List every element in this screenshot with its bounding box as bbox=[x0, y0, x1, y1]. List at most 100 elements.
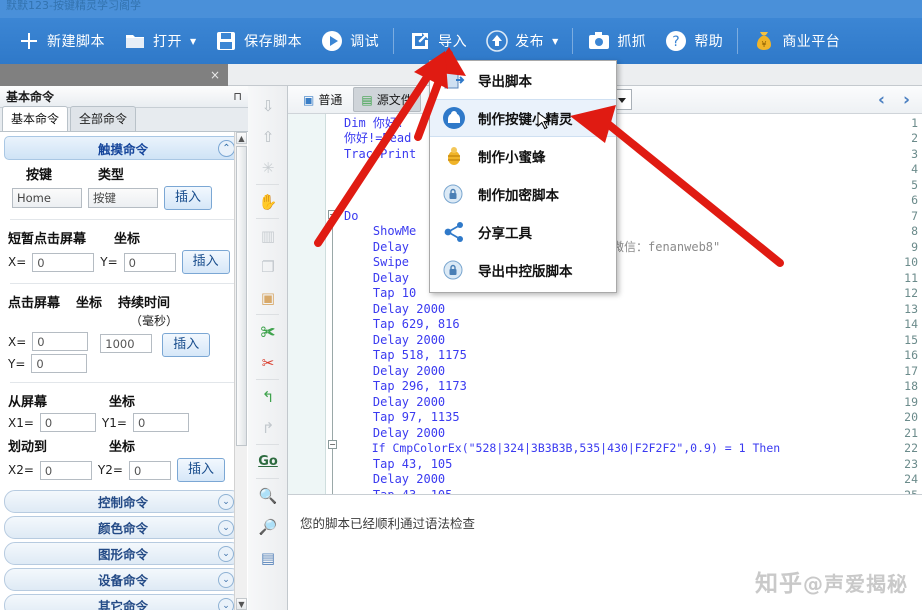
toolbar-new-script-label: 新建脚本 bbox=[47, 34, 105, 50]
toolbar-open[interactable]: 打开 ▼ bbox=[114, 22, 205, 60]
tap-x-input[interactable]: 0 bbox=[32, 332, 89, 351]
toolbar-business-platform-label: 商业平台 bbox=[782, 34, 841, 50]
menu-item-make-encrypted-script[interactable]: 制作加密脚本 bbox=[430, 175, 616, 213]
toolbar-save-script[interactable]: 保存脚本 bbox=[205, 22, 311, 60]
fold-toggle-if[interactable]: − bbox=[328, 440, 337, 449]
tap-y-input[interactable]: 0 bbox=[31, 354, 88, 373]
card-icon[interactable]: ▤ bbox=[248, 542, 288, 573]
fold-toggle-do[interactable]: − bbox=[328, 210, 337, 219]
redo-icon[interactable]: ↱ bbox=[248, 412, 288, 443]
group-control-commands[interactable]: 控制命令 ⌄ bbox=[4, 490, 242, 513]
chevron-down-icon[interactable]: ⌄ bbox=[218, 494, 234, 510]
command-panel-scrollbar[interactable]: ▲ ▼ bbox=[234, 132, 247, 610]
chevron-down-icon[interactable]: ⌄ bbox=[218, 598, 234, 610]
line-number: 16 bbox=[904, 348, 918, 362]
y1-input[interactable]: 0 bbox=[132, 413, 189, 432]
editor-tab-source-label: 源文件 bbox=[376, 93, 413, 107]
line-number: 15 bbox=[904, 333, 918, 347]
nav-forward-button[interactable]: › bbox=[903, 90, 910, 110]
editor-tab-normal[interactable]: ▣ 普通 bbox=[296, 88, 349, 111]
undo-icon[interactable]: ↰ bbox=[248, 381, 288, 412]
toolbar-publish[interactable]: 发布 ▼ bbox=[476, 22, 567, 60]
close-icon[interactable]: × bbox=[210, 68, 220, 82]
arrow-up-icon[interactable]: ⇧ bbox=[248, 121, 288, 152]
group-graphic-commands[interactable]: 图形命令 ⌄ bbox=[4, 542, 242, 565]
line-number: 3 bbox=[911, 147, 918, 161]
paste-icon[interactable]: ▣ bbox=[248, 282, 288, 313]
toolbar-capture-label: 抓抓 bbox=[617, 34, 647, 50]
group-color-commands[interactable]: 颜色命令 ⌄ bbox=[4, 516, 242, 539]
toolbar-business-platform[interactable]: ¥ 商业平台 bbox=[743, 22, 849, 60]
find-replace-icon[interactable]: 🔎 bbox=[248, 511, 288, 542]
x2-input[interactable]: 0 bbox=[39, 460, 92, 480]
code-line: Tap 518, 1175 bbox=[344, 348, 467, 362]
menu-item-share-tool[interactable]: 分享工具 bbox=[430, 213, 616, 251]
editor-tab-source[interactable]: ▤ 源文件 bbox=[353, 87, 421, 112]
menu-item-export-central-script[interactable]: 导出中控版脚本 bbox=[430, 251, 616, 289]
document-tab[interactable]: × bbox=[0, 64, 228, 86]
label-tap-screen: 点击屏幕 bbox=[8, 296, 61, 311]
toolbar-import[interactable]: 导入 bbox=[399, 22, 476, 60]
toolbar-new-script[interactable]: 新建脚本 bbox=[8, 22, 114, 60]
command-panel: 基本命令 ⊓ 基本命令 全部命令 触摸命令 ⌃ 按键 类型 Home 按键 插入… bbox=[0, 86, 248, 610]
status-message: 您的脚本已经顺利通过语法检查 bbox=[300, 516, 476, 531]
y2-input[interactable]: 0 bbox=[128, 460, 171, 480]
scroll-down-button[interactable]: ▼ bbox=[236, 598, 247, 610]
code-line: If CmpColorEx("528|324|3B3B3B,535|430|F2… bbox=[344, 441, 781, 455]
group-header-touch-commands[interactable]: 触摸命令 ⌃ bbox=[4, 136, 242, 160]
save-icon bbox=[214, 29, 238, 53]
tab-all-commands[interactable]: 全部命令 bbox=[70, 106, 137, 131]
toolbar-capture[interactable]: 抓抓 bbox=[578, 22, 655, 60]
code-line: Do bbox=[344, 209, 359, 223]
import-icon bbox=[408, 29, 432, 53]
short-tap-x-input[interactable]: 0 bbox=[32, 252, 95, 272]
key-select[interactable]: Home bbox=[12, 188, 82, 208]
menu-item-export-script[interactable]: 导出脚本 bbox=[430, 61, 616, 99]
scroll-up-button[interactable]: ▲ bbox=[236, 132, 247, 144]
x1-input[interactable]: 0 bbox=[39, 413, 96, 432]
export-script-icon bbox=[442, 68, 466, 92]
line-number: 6 bbox=[911, 193, 918, 207]
menu-item-export-script-label: 导出脚本 bbox=[478, 74, 532, 90]
browser-tab-title: 默默123-按键精灵学习阁学 bbox=[6, 0, 141, 12]
toolbar-divider bbox=[393, 28, 395, 54]
command-panel-body: 触摸命令 ⌃ 按键 类型 Home 按键 插入 短暂点击屏幕 坐标 X= 0 Y… bbox=[0, 132, 248, 610]
go-icon[interactable]: Go bbox=[248, 446, 288, 477]
group-other-commands[interactable]: 其它命令 ⌄ bbox=[4, 594, 242, 610]
find-icon[interactable]: 🔍 bbox=[248, 480, 288, 511]
insert-key-button[interactable]: 插入 bbox=[164, 186, 212, 210]
toolbar-help[interactable]: ? 帮助 bbox=[655, 22, 732, 60]
insert-swipe-button[interactable]: 插入 bbox=[176, 458, 225, 482]
tab-basic-commands[interactable]: 基本命令 bbox=[2, 106, 69, 131]
type-select[interactable]: 按键 bbox=[88, 188, 158, 208]
chevron-down-icon[interactable]: ⌄ bbox=[218, 572, 234, 588]
chevron-down-icon[interactable]: ⌄ bbox=[218, 520, 234, 536]
group-device-commands[interactable]: 设备命令 ⌄ bbox=[4, 568, 242, 591]
code-line: TracePrint bbox=[344, 147, 417, 161]
paperclip-icon[interactable]: ✀ bbox=[248, 316, 288, 347]
toolbar-debug[interactable]: 调试 bbox=[311, 22, 388, 60]
nav-back-button[interactable]: ‹ bbox=[878, 90, 885, 110]
menu-item-make-sprite[interactable]: 制作按键小精灵 bbox=[430, 99, 616, 137]
scissors-icon[interactable]: ✂ bbox=[248, 347, 288, 378]
chevron-down-icon[interactable]: ⌄ bbox=[218, 546, 234, 562]
line-number: 2 bbox=[911, 131, 918, 145]
menu-item-make-bee[interactable]: 制作小蜜蜂 bbox=[430, 137, 616, 175]
snowflake-icon[interactable]: ✳ bbox=[248, 152, 288, 183]
line-number: 11 bbox=[904, 271, 918, 285]
pin-icon[interactable]: ⊓ bbox=[233, 90, 242, 103]
short-tap-y-input[interactable]: 0 bbox=[123, 252, 176, 272]
insert-tap-button[interactable]: 插入 bbox=[162, 333, 211, 357]
menu-item-make-sprite-label: 制作按键小精灵 bbox=[478, 112, 573, 128]
code-line: 你好!=Read bbox=[344, 131, 412, 145]
hand-icon[interactable]: ✋ bbox=[248, 186, 288, 217]
stamp-icon[interactable]: ▥ bbox=[248, 220, 288, 251]
insert-short-tap-button[interactable]: 插入 bbox=[181, 250, 230, 274]
copy-icon[interactable]: ❐ bbox=[248, 251, 288, 282]
duration-input[interactable]: 1000 bbox=[100, 334, 153, 353]
chevron-up-icon[interactable]: ⌃ bbox=[218, 140, 235, 157]
arrow-down-icon[interactable]: ⇩ bbox=[248, 90, 288, 121]
divider bbox=[10, 219, 238, 220]
line-number: 17 bbox=[904, 364, 918, 378]
scroll-thumb[interactable] bbox=[236, 146, 247, 446]
